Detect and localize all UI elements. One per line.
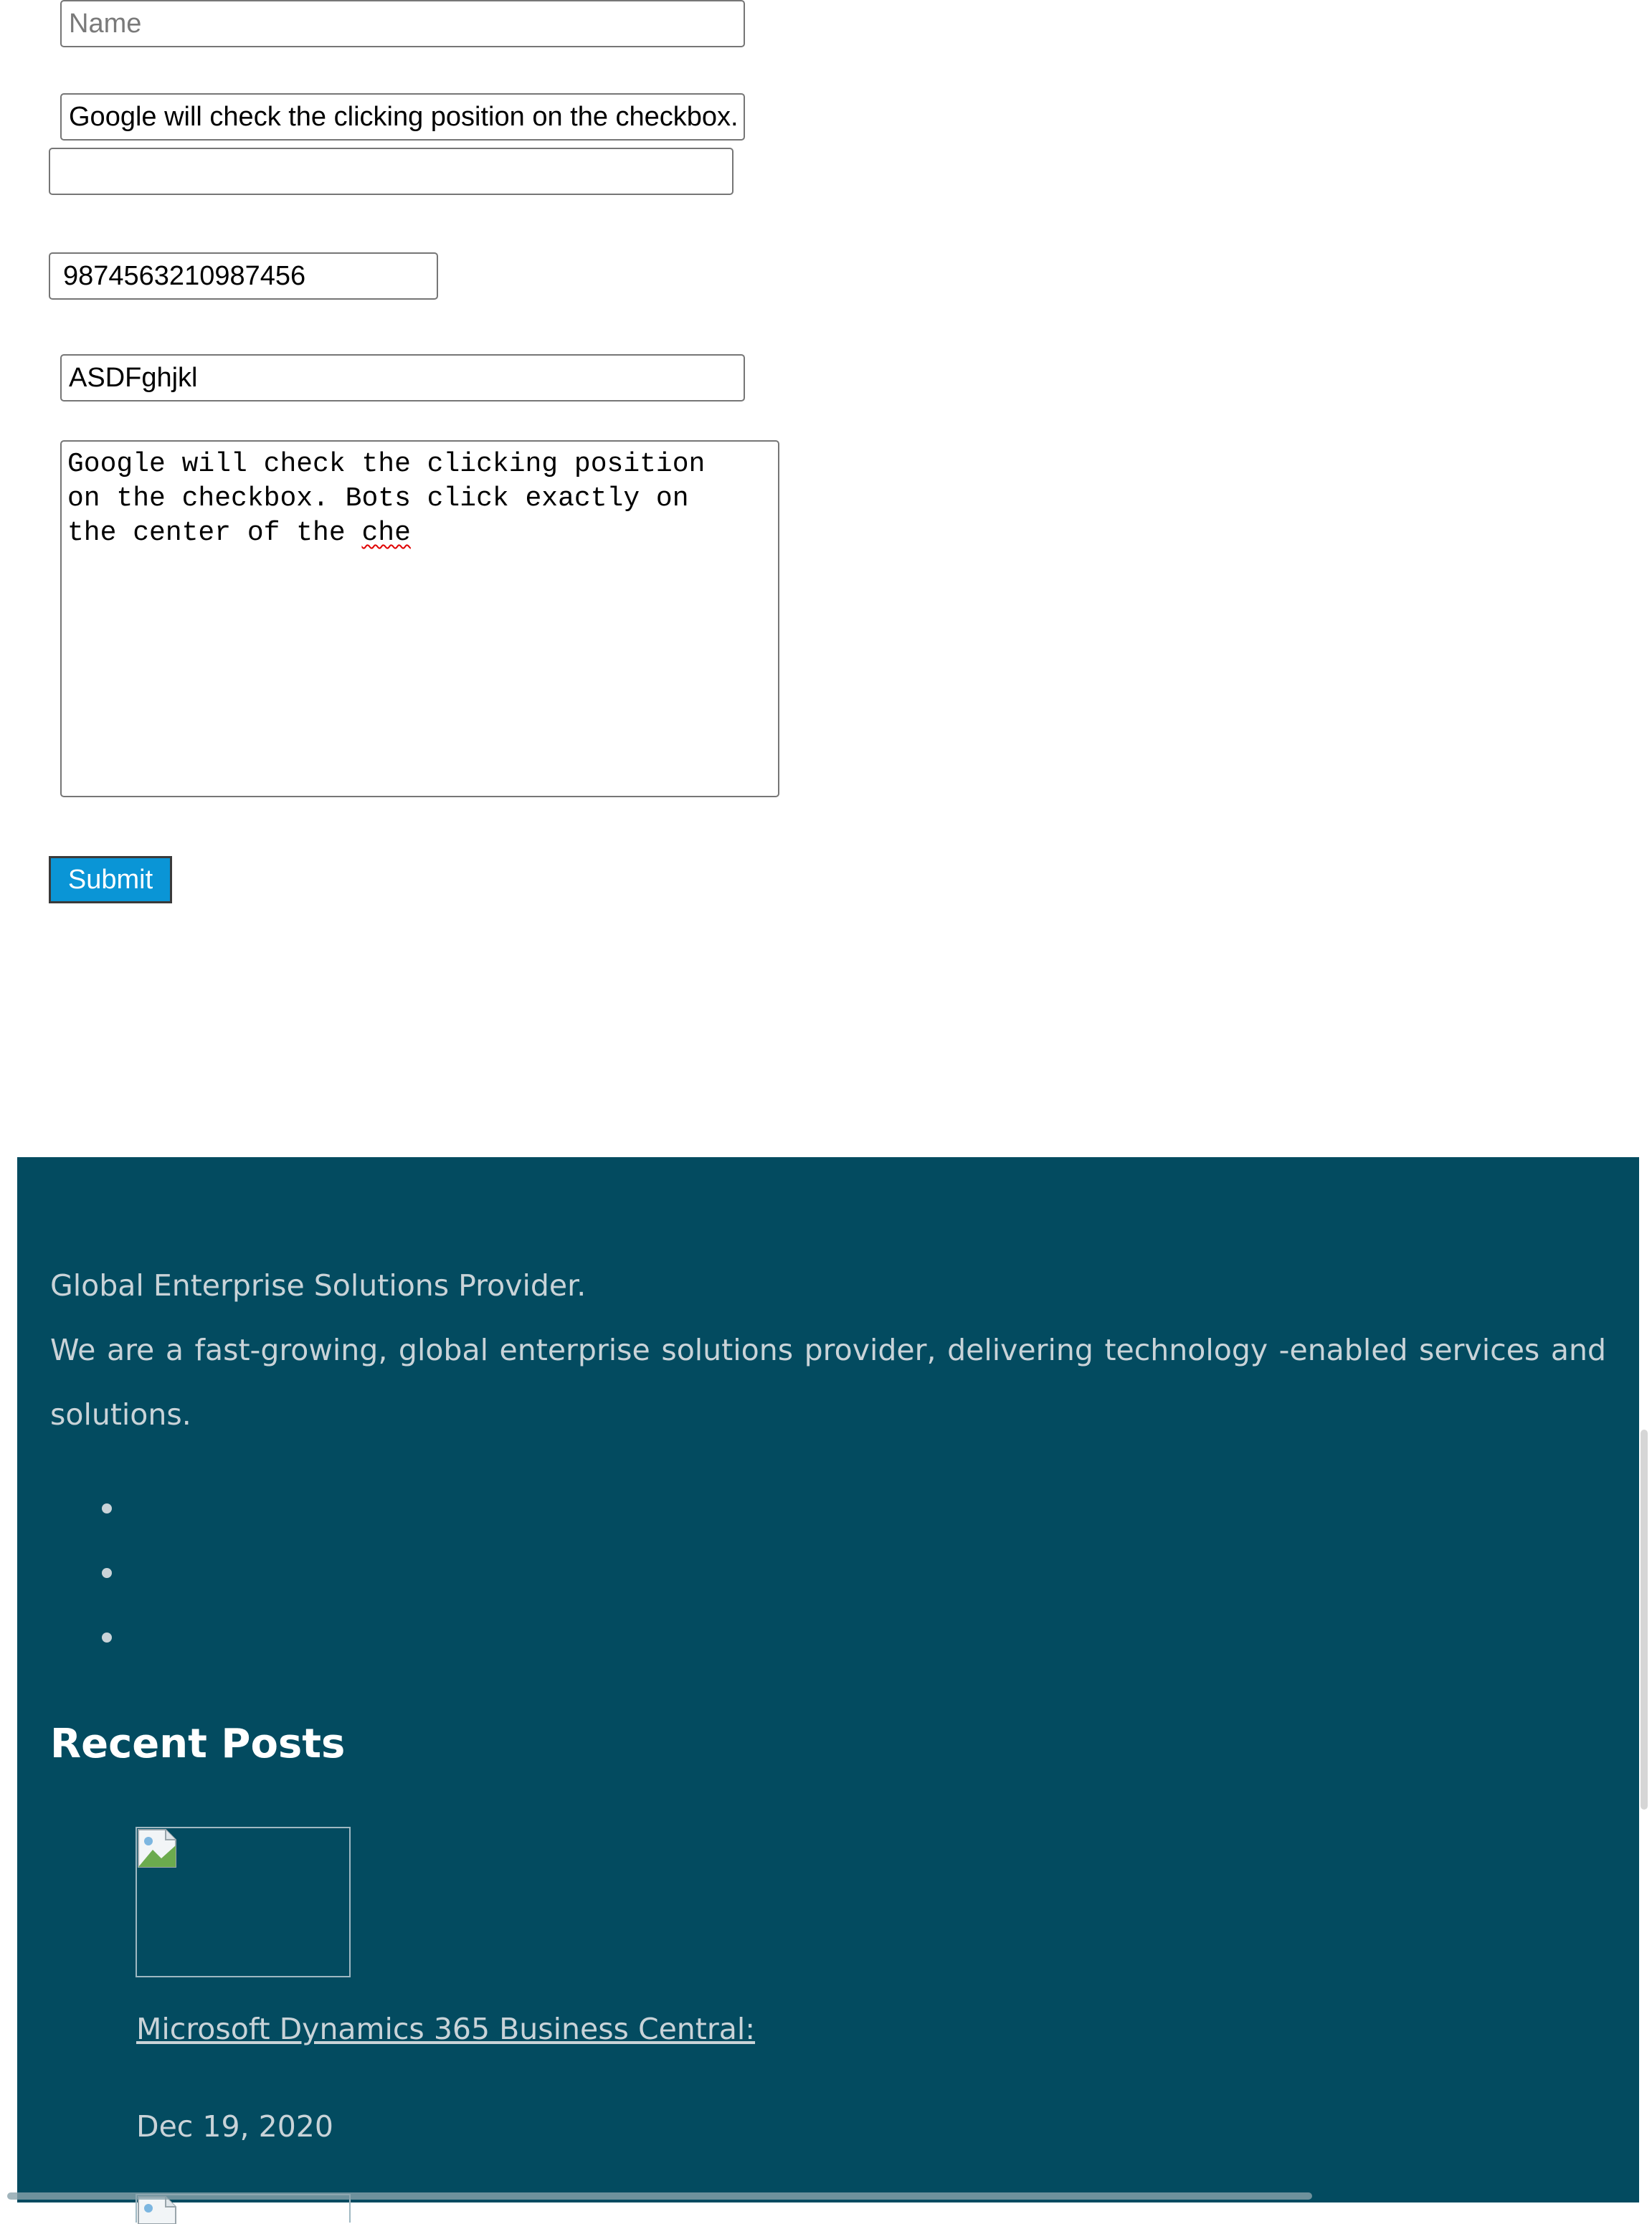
- name-input[interactable]: [60, 0, 745, 47]
- site-footer: Global Enterprise Solutions Provider. We…: [17, 1157, 1639, 2224]
- horizontal-scrollbar[interactable]: [7, 2192, 1312, 2200]
- message-line: Google will check the clicking position: [67, 449, 706, 480]
- message-line: on the checkbox. Bots click exactly on: [67, 483, 689, 514]
- phone-input[interactable]: [49, 252, 438, 300]
- misspelled-word: che: [361, 518, 411, 548]
- social-list-item[interactable]: [102, 1568, 112, 1578]
- broken-image-icon: [138, 2196, 176, 2224]
- submit-button[interactable]: Submit: [49, 856, 172, 903]
- message-line: the center of the che: [67, 516, 772, 551]
- recent-posts-heading: Recent Posts: [50, 1721, 346, 1767]
- social-list-item[interactable]: [102, 1633, 112, 1643]
- message-text: the center of the: [67, 518, 362, 548]
- broken-image-icon: [138, 1829, 176, 1868]
- footer-tagline: Global Enterprise Solutions Provider.: [50, 1268, 587, 1303]
- captcha-input[interactable]: [60, 354, 745, 401]
- message-textarea[interactable]: Google will check the clicking position …: [60, 440, 779, 797]
- footer-description: We are a fast-growing, global enterprise…: [50, 1333, 1606, 1432]
- post-thumbnail[interactable]: [136, 1827, 351, 1977]
- social-list-item[interactable]: [102, 1503, 112, 1513]
- post-title-link[interactable]: Microsoft Dynamics 365 Business Central:: [136, 2007, 755, 2050]
- post-date: Dec 19, 2020: [136, 2109, 333, 2144]
- empty-text-input[interactable]: [49, 148, 734, 195]
- vertical-scrollbar[interactable]: [1641, 1430, 1648, 1810]
- subject-input[interactable]: [60, 93, 745, 141]
